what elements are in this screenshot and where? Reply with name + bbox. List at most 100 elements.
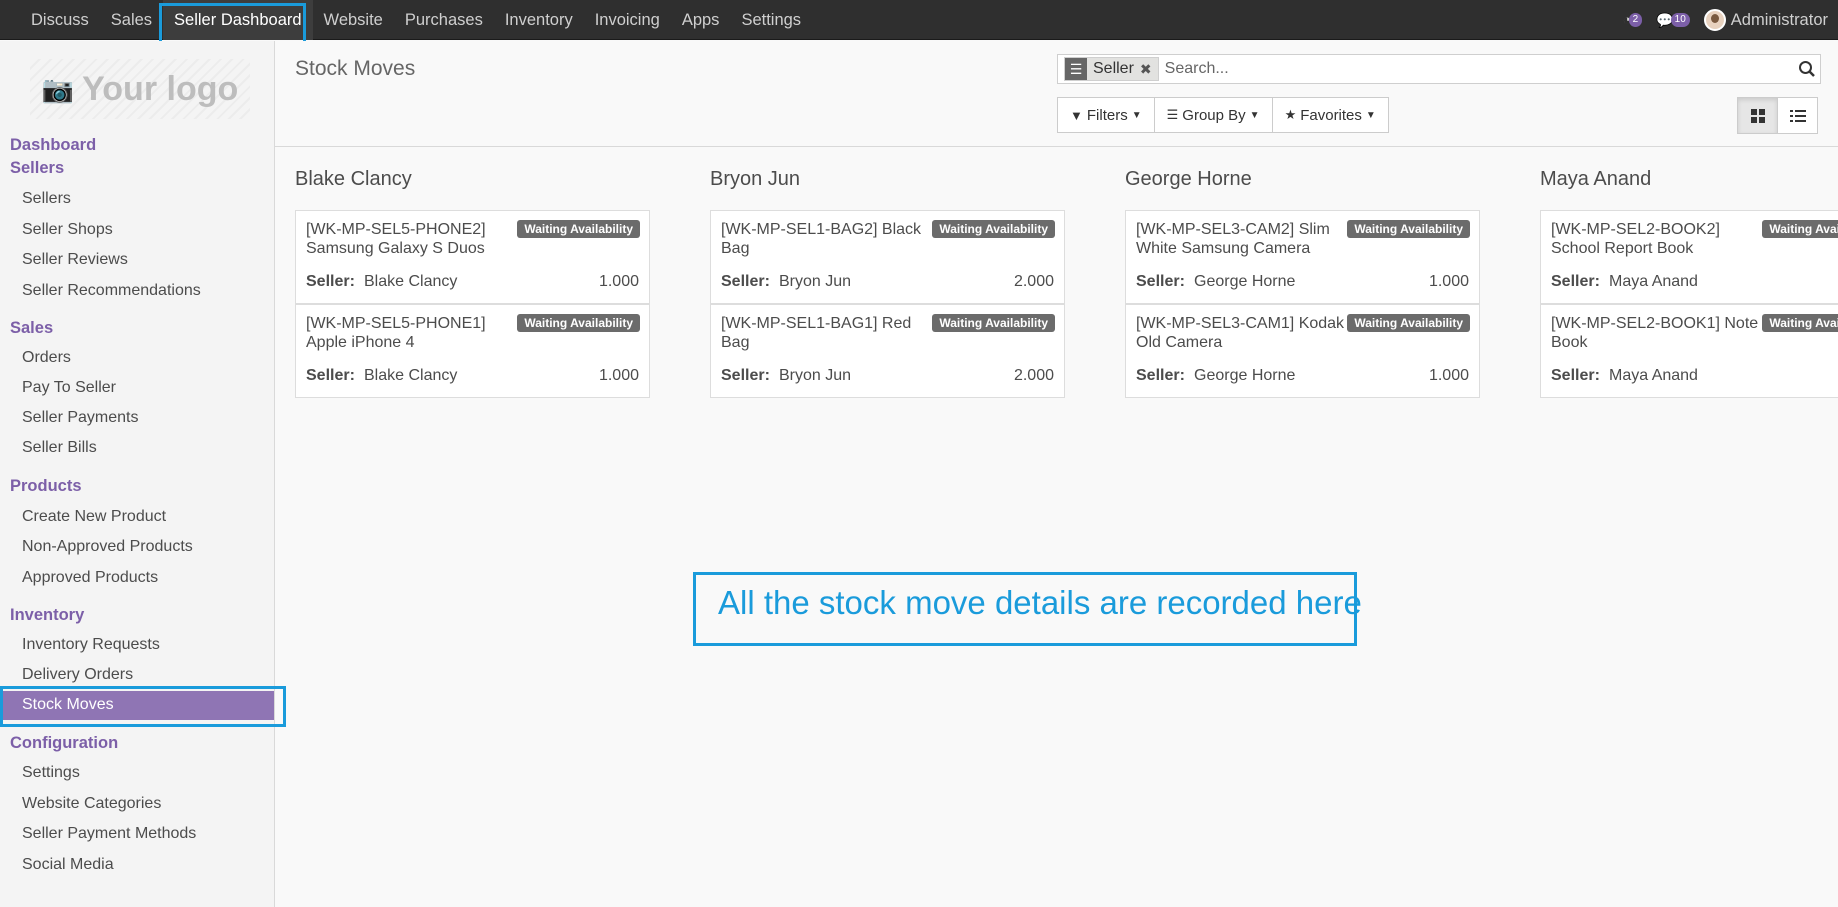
annotation-callout: All the stock move details are recorded … <box>693 572 1362 646</box>
sidebar-item-delivery-orders[interactable]: Delivery Orders <box>22 666 133 684</box>
sidebar-item-dashboard[interactable]: Dashboard <box>10 136 96 155</box>
sidebar-item-stock-moves-label: Stock Moves <box>22 696 114 713</box>
sidebar-item-stock-moves[interactable]: Stock Moves <box>0 691 274 720</box>
sidebar-section-products[interactable]: Products <box>10 477 82 496</box>
control-panel: Stock Moves ☰ Seller ✖ ▼ Filters ▼ ☰ Gro… <box>275 41 1838 147</box>
sidebar-item-seller-payments[interactable]: Seller Payments <box>22 409 139 427</box>
sidebar-item-website-categories[interactable]: Website Categories <box>22 795 161 813</box>
sidebar-item-create-new-product[interactable]: Create New Product <box>22 508 166 526</box>
product-name: [WK-MP-SEL3-CAM1] Kodak Old Camera <box>1136 315 1345 351</box>
user-menu[interactable]: Administrator <box>1703 9 1828 31</box>
star-icon: ★ <box>1284 107 1297 122</box>
sidebar-item-non-approved-products[interactable]: Non-Approved Products <box>22 538 193 556</box>
stock-move-card[interactable]: [WK-MP-SEL5-PHONE2] Samsung Galaxy S Duo… <box>295 210 650 304</box>
filters-button[interactable]: ▼ Filters ▼ <box>1057 97 1155 133</box>
status-badge: Waiting Availability <box>1347 314 1470 332</box>
facet-remove-icon[interactable]: ✖ <box>1140 61 1158 78</box>
activity-button[interactable]: ◔ 2 <box>1623 12 1643 29</box>
quantity: 1.000 <box>598 367 639 384</box>
sidebar-section-inventory[interactable]: Inventory <box>10 606 84 625</box>
product-name: [WK-MP-SEL2-BOOK2] School Report Book <box>1551 221 1720 257</box>
search-button[interactable] <box>1794 56 1820 82</box>
seller-name: Blake Clancy <box>364 367 458 384</box>
status-badge: Waiting Availability <box>1762 220 1838 238</box>
kanban-column-title: George Horne <box>1125 168 1252 190</box>
menu-inventory[interactable]: Inventory <box>494 0 584 40</box>
stock-move-card[interactable]: [WK-MP-SEL5-PHONE1] Apple iPhone 4 Waiti… <box>295 304 650 398</box>
kanban-column-title: Maya Anand <box>1540 168 1652 190</box>
sidebar-item-inventory-requests[interactable]: Inventory Requests <box>22 636 160 654</box>
stock-move-card[interactable]: [WK-MP-SEL2-BOOK1] Note Book Waiting Ava… <box>1540 304 1838 398</box>
product-name: [WK-MP-SEL5-PHONE1] Apple iPhone 4 <box>306 315 486 351</box>
menu-settings[interactable]: Settings <box>730 0 812 40</box>
stock-move-card[interactable]: [WK-MP-SEL3-CAM1] Kodak Old Camera Waiti… <box>1125 304 1480 398</box>
seller-name: George Horne <box>1194 273 1296 290</box>
kanban-view-button[interactable] <box>1737 97 1778 134</box>
app-menu: Discuss Sales Seller Dashboard Website P… <box>20 0 812 40</box>
seller-name: Maya Anand <box>1609 367 1698 384</box>
favorites-button[interactable]: ★ Favorites ▼ <box>1271 97 1389 133</box>
product-name: [WK-MP-SEL5-PHONE2] Samsung Galaxy S Duo… <box>306 221 486 257</box>
menu-website[interactable]: Website <box>313 0 394 40</box>
messages-button[interactable]: 💬 10 <box>1656 12 1690 29</box>
seller-label: Seller: <box>1551 367 1600 384</box>
quantity: 1.000 <box>1428 367 1469 384</box>
stock-move-card[interactable]: [WK-MP-SEL3-CAM2] Slim White Samsung Cam… <box>1125 210 1480 304</box>
seller-label: Seller: <box>1551 273 1600 290</box>
filter-icon: ▼ <box>1070 107 1083 123</box>
stock-move-card[interactable]: [WK-MP-SEL2-BOOK2] School Report Book Wa… <box>1540 210 1838 304</box>
sidebar-section-sellers[interactable]: Sellers <box>10 159 64 178</box>
seller-name: Blake Clancy <box>364 273 458 290</box>
list-view-button[interactable] <box>1777 97 1818 134</box>
sidebar-item-sellers[interactable]: Sellers <box>22 190 71 208</box>
sidebar-item-approved-products[interactable]: Approved Products <box>22 569 158 587</box>
kanban-column-clip: [WK-MP-SEL2-BOOK2] School Report Book Wa… <box>1540 210 1838 400</box>
seller-label: Seller: <box>721 273 770 290</box>
user-name: Administrator <box>1730 10 1828 29</box>
product-name: [WK-MP-SEL1-BAG1] Red Bag <box>721 315 912 351</box>
company-logo[interactable]: 📷 Your logo <box>30 59 250 119</box>
product-name: [WK-MP-SEL1-BAG2] Black Bag <box>721 221 922 257</box>
quantity: 2.000 <box>1013 273 1054 290</box>
sidebar-item-seller-bills[interactable]: Seller Bills <box>22 439 97 457</box>
avatar <box>1703 9 1726 31</box>
status-badge: Waiting Availability <box>1762 314 1838 332</box>
caret-down-icon: ▼ <box>1365 109 1376 121</box>
sidebar-section-configuration[interactable]: Configuration <box>10 734 118 753</box>
sidebar-item-settings[interactable]: Settings <box>22 764 80 782</box>
seller-name: Bryon Jun <box>779 273 852 290</box>
menu-discuss[interactable]: Discuss <box>20 0 100 40</box>
seller-name: Bryon Jun <box>779 367 852 384</box>
facet-value: Seller <box>1093 60 1134 77</box>
logo-text: Your logo <box>82 69 239 108</box>
menu-sales[interactable]: Sales <box>100 0 163 40</box>
sidebar-item-seller-recommendations[interactable]: Seller Recommendations <box>22 282 201 300</box>
search-input[interactable] <box>1164 60 1794 78</box>
stock-move-card[interactable]: [WK-MP-SEL1-BAG2] Black Bag Waiting Avai… <box>710 210 1065 304</box>
status-badge: Waiting Availability <box>517 220 640 238</box>
sidebar-section-sales[interactable]: Sales <box>10 319 53 338</box>
filters-label: Filters <box>1086 106 1128 124</box>
group-by-button[interactable]: ☰ Group By ▼ <box>1153 97 1273 133</box>
sidebar-item-seller-payment-methods[interactable]: Seller Payment Methods <box>22 825 196 843</box>
search-facet[interactable]: ☰ Seller ✖ <box>1064 57 1159 81</box>
sidebar-item-seller-shops[interactable]: Seller Shops <box>22 221 113 239</box>
kanban-column-title: Bryon Jun <box>710 168 801 190</box>
menu-apps[interactable]: Apps <box>671 0 731 40</box>
sidebar-item-social-media[interactable]: Social Media <box>22 856 114 874</box>
sidebar-item-seller-reviews[interactable]: Seller Reviews <box>22 251 128 269</box>
sidebar-item-pay-to-seller[interactable]: Pay To Seller <box>22 379 116 397</box>
product-name: [WK-MP-SEL3-CAM2] Slim White Samsung Cam… <box>1136 221 1330 257</box>
quantity: 2.000 <box>1013 367 1054 384</box>
seller-label: Seller: <box>1136 273 1185 290</box>
systray: ◔ 2 💬 10 Administrator <box>1609 0 1828 40</box>
status-badge: Waiting Availability <box>932 220 1055 238</box>
menu-purchases[interactable]: Purchases <box>394 0 494 40</box>
status-badge: Waiting Availability <box>1347 220 1470 238</box>
stock-move-card[interactable]: [WK-MP-SEL1-BAG1] Red Bag Waiting Availa… <box>710 304 1065 398</box>
menu-seller-dashboard[interactable]: Seller Dashboard <box>163 0 313 40</box>
status-badge: Waiting Availability <box>932 314 1055 332</box>
menu-invoicing[interactable]: Invoicing <box>584 0 671 40</box>
top-navbar: Discuss Sales Seller Dashboard Website P… <box>0 0 1838 40</box>
sidebar-item-orders[interactable]: Orders <box>22 349 71 367</box>
